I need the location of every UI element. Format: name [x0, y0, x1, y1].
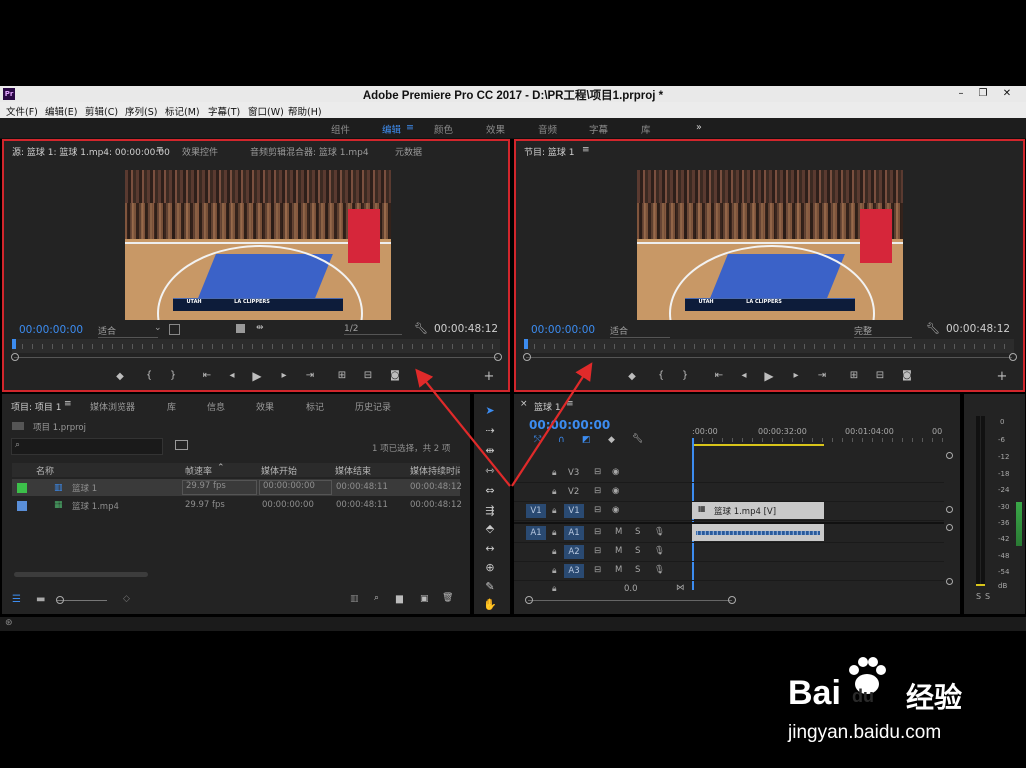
arrow-to-program [511, 362, 593, 487]
watermark-jingyan: 经验 [906, 682, 963, 713]
watermark-brand: Bai [788, 674, 841, 712]
arrow-to-source [415, 368, 511, 487]
watermark-url: jingyan.baidu.com [788, 722, 942, 743]
watermark-du: du [852, 686, 874, 706]
baidu-watermark: Bai du 经验 jingyan.baidu.com [788, 656, 988, 756]
annotation-arrows [415, 362, 593, 487]
